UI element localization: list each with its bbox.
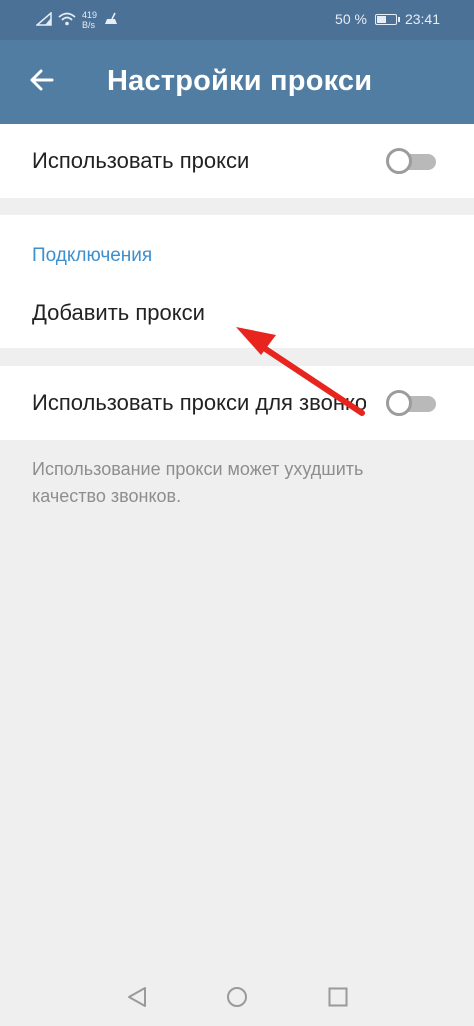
system-nav-bar <box>0 966 474 1026</box>
triangle-back-icon <box>128 987 146 1007</box>
annotation-arrow-icon <box>236 327 365 416</box>
square-recents-icon <box>328 987 348 1007</box>
circle-home-icon <box>227 987 247 1007</box>
nav-back-button[interactable] <box>126 986 148 1013</box>
nav-recents-button[interactable] <box>327 986 349 1013</box>
nav-home-button[interactable] <box>226 986 248 1013</box>
